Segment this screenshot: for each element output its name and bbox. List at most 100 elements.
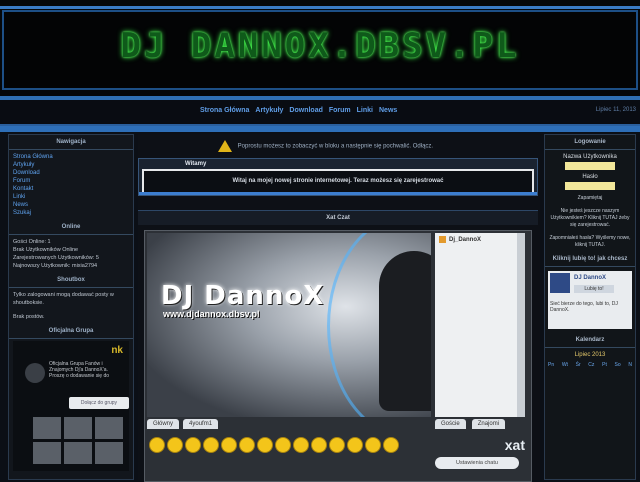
- top-navigation: Strona Główna Artykuły Download Forum Li…: [0, 100, 640, 126]
- sidebar-item-download[interactable]: Download: [13, 169, 129, 177]
- facebook-like-box: DJ DannoX Lubię to! Sieć bierze do tego,…: [548, 271, 632, 329]
- chat-user-entry[interactable]: Dj_DannoX: [435, 233, 525, 246]
- banner-top-line: [0, 6, 640, 9]
- sidebar-item-forum[interactable]: Forum: [13, 177, 129, 185]
- user-list-scrollbar[interactable]: [517, 233, 525, 417]
- username-field[interactable]: [565, 162, 615, 170]
- member-thumb[interactable]: [33, 442, 61, 464]
- calendar-weekdays: Pn Wt Śr Cz Pt So N: [548, 362, 632, 368]
- chat-user-list: Dj_DannoX: [435, 233, 525, 417]
- smiley-icon[interactable]: [311, 437, 327, 453]
- group-header: Oficjalna Grupa: [9, 324, 133, 339]
- password-label: Hasło: [582, 174, 598, 180]
- nav-link-links[interactable]: Linki: [357, 107, 373, 114]
- smiley-icon[interactable]: [203, 437, 219, 453]
- main-content: Poprostu możesz to zobaczyć w bloku a na…: [138, 134, 540, 482]
- tab-4youfm1[interactable]: 4youfm1: [183, 419, 219, 429]
- member-thumb[interactable]: [95, 442, 123, 464]
- nav-link-download[interactable]: Download: [289, 107, 322, 114]
- smiley-icon[interactable]: [239, 437, 255, 453]
- facebook-header: Kliknij lubię to! jak chcesz: [545, 252, 635, 267]
- nav-link-forum[interactable]: Forum: [329, 107, 351, 114]
- navigation-header: Nawigacja: [9, 135, 133, 150]
- chat-tabs: Główny 4youfm1: [147, 419, 219, 429]
- registered-count: Zarejestrowanych Użytkowników: 5: [13, 255, 99, 261]
- nav-link-home[interactable]: Strona Główna: [200, 107, 249, 114]
- password-field[interactable]: [565, 182, 615, 190]
- user-tabs: Goście Znajomi: [435, 419, 506, 429]
- xat-chat-widget: DJ DannoX www.djdannox.dbsv.pl Dj_DannoX…: [144, 230, 532, 482]
- sidebar-item-articles[interactable]: Artykuły: [13, 161, 129, 169]
- newest-member[interactable]: Najnowszy Użytkownik: mixia2794: [13, 262, 129, 270]
- calendar-widget: Lipiec 2013 Pn Wt Śr Cz Pt So N: [548, 352, 632, 368]
- banner-title[interactable]: DJ DANNOX.DBSV.PL: [4, 26, 636, 66]
- notice-bar: Poprostu możesz to zobaczyć w bloku a na…: [218, 140, 433, 152]
- sidebar-item-search[interactable]: Szukaj: [13, 209, 129, 217]
- nav-link-news[interactable]: News: [379, 107, 397, 114]
- smiley-icon[interactable]: [257, 437, 273, 453]
- forgot-password-text[interactable]: Zapomniałeś hasła? Wyślemy nowe, kliknij…: [545, 232, 635, 252]
- left-sidebar: Nawigacja Strona Główna Artykuły Downloa…: [8, 134, 134, 480]
- smiley-icon[interactable]: [383, 437, 399, 453]
- banner-frame: DJ DANNOX.DBSV.PL: [2, 10, 638, 90]
- tab-guests[interactable]: Goście: [435, 419, 466, 429]
- username-label: Nazwa Użytkownika: [563, 154, 617, 160]
- smiley-icon[interactable]: [329, 437, 345, 453]
- sidebar-item-contact[interactable]: Kontakt: [13, 185, 129, 193]
- warning-icon: [218, 140, 232, 152]
- notice-text[interactable]: Poprostu możesz to zobaczyć w bloku a na…: [238, 144, 433, 150]
- blue-divider: [0, 126, 640, 132]
- current-date: Lipiec 11, 2013: [595, 107, 636, 113]
- chat-background-image: DJ DannoX www.djdannox.dbsv.pl: [147, 233, 431, 417]
- smiley-icon[interactable]: [167, 437, 183, 453]
- tab-main[interactable]: Główny: [147, 419, 180, 429]
- facebook-text: Sieć bierze do tego, lubi to, DJ DannoX.: [550, 301, 618, 313]
- smiley-icon[interactable]: [347, 437, 363, 453]
- sidebar-item-links[interactable]: Linki: [13, 193, 129, 201]
- shoutbox-header: Shoutbox: [9, 273, 133, 288]
- calendar-header: Kalendarz: [545, 333, 635, 348]
- nk-logo: nk: [111, 345, 123, 356]
- dj-figure: [379, 251, 431, 411]
- member-thumb[interactable]: [95, 417, 123, 439]
- smiley-icon[interactable]: [149, 437, 165, 453]
- register-text[interactable]: Nie jesteś jeszcze naszym Użytkownikiem?…: [545, 205, 635, 232]
- tab-friends[interactable]: Znajomi: [471, 419, 506, 429]
- chat-settings-button[interactable]: Ustawienia chatu: [435, 457, 519, 469]
- facebook-page-name[interactable]: DJ DannoX: [574, 275, 606, 281]
- smiley-icon[interactable]: [221, 437, 237, 453]
- welcome-title: Witamy: [185, 161, 207, 167]
- nav-link-articles[interactable]: Artykuły: [255, 107, 283, 114]
- member-thumb[interactable]: [33, 417, 61, 439]
- dj-url: www.djdannox.dbsv.pl: [163, 309, 260, 319]
- remember-me-checkbox[interactable]: Zapamiętaj: [545, 192, 635, 205]
- join-group-button[interactable]: Dołącz do grupy: [69, 397, 129, 409]
- site-banner: DJ DANNOX.DBSV.PL: [0, 0, 640, 100]
- weekday: So: [614, 362, 621, 368]
- group-description: Oficjalna Grupa Fanów i Znajomych Dj'a D…: [49, 361, 110, 379]
- smiley-icon[interactable]: [275, 437, 291, 453]
- member-thumb[interactable]: [64, 442, 92, 464]
- smiley-icon[interactable]: [185, 437, 201, 453]
- facebook-avatar: [550, 273, 570, 293]
- calendar-month: Lipiec 2013: [574, 352, 606, 358]
- member-thumb[interactable]: [64, 417, 92, 439]
- weekday: N: [628, 362, 632, 368]
- smiley-icon[interactable]: [293, 437, 309, 453]
- login-header: Logowanie: [545, 135, 635, 150]
- navigation-list: Strona Główna Artykuły Download Forum Ko…: [9, 150, 133, 220]
- shoutbox-message: Tylko zalogowani mogą dodawać posty w sh…: [13, 292, 114, 306]
- smiley-bar: [149, 437, 399, 453]
- group-member-grid: [33, 417, 129, 464]
- nk-group-widget: nk Oficjalna Grupa Fanów i Znajomych Dj'…: [13, 341, 129, 471]
- weekday: Wt: [561, 362, 568, 368]
- facebook-like-button[interactable]: Lubię to!: [574, 285, 614, 293]
- sidebar-item-news[interactable]: News: [13, 201, 129, 209]
- online-stats: Gości Online: 1 Brak Użytkowników Online…: [9, 235, 133, 273]
- smiley-icon[interactable]: [365, 437, 381, 453]
- welcome-bottom-line: [139, 192, 537, 195]
- sidebar-item-home[interactable]: Strona Główna: [13, 153, 129, 161]
- xat-logo[interactable]: xat: [505, 437, 525, 453]
- nav-links: Strona Główna Artykuły Download Forum Li…: [200, 107, 397, 114]
- shoutbox-empty: Brak postów.: [13, 314, 45, 320]
